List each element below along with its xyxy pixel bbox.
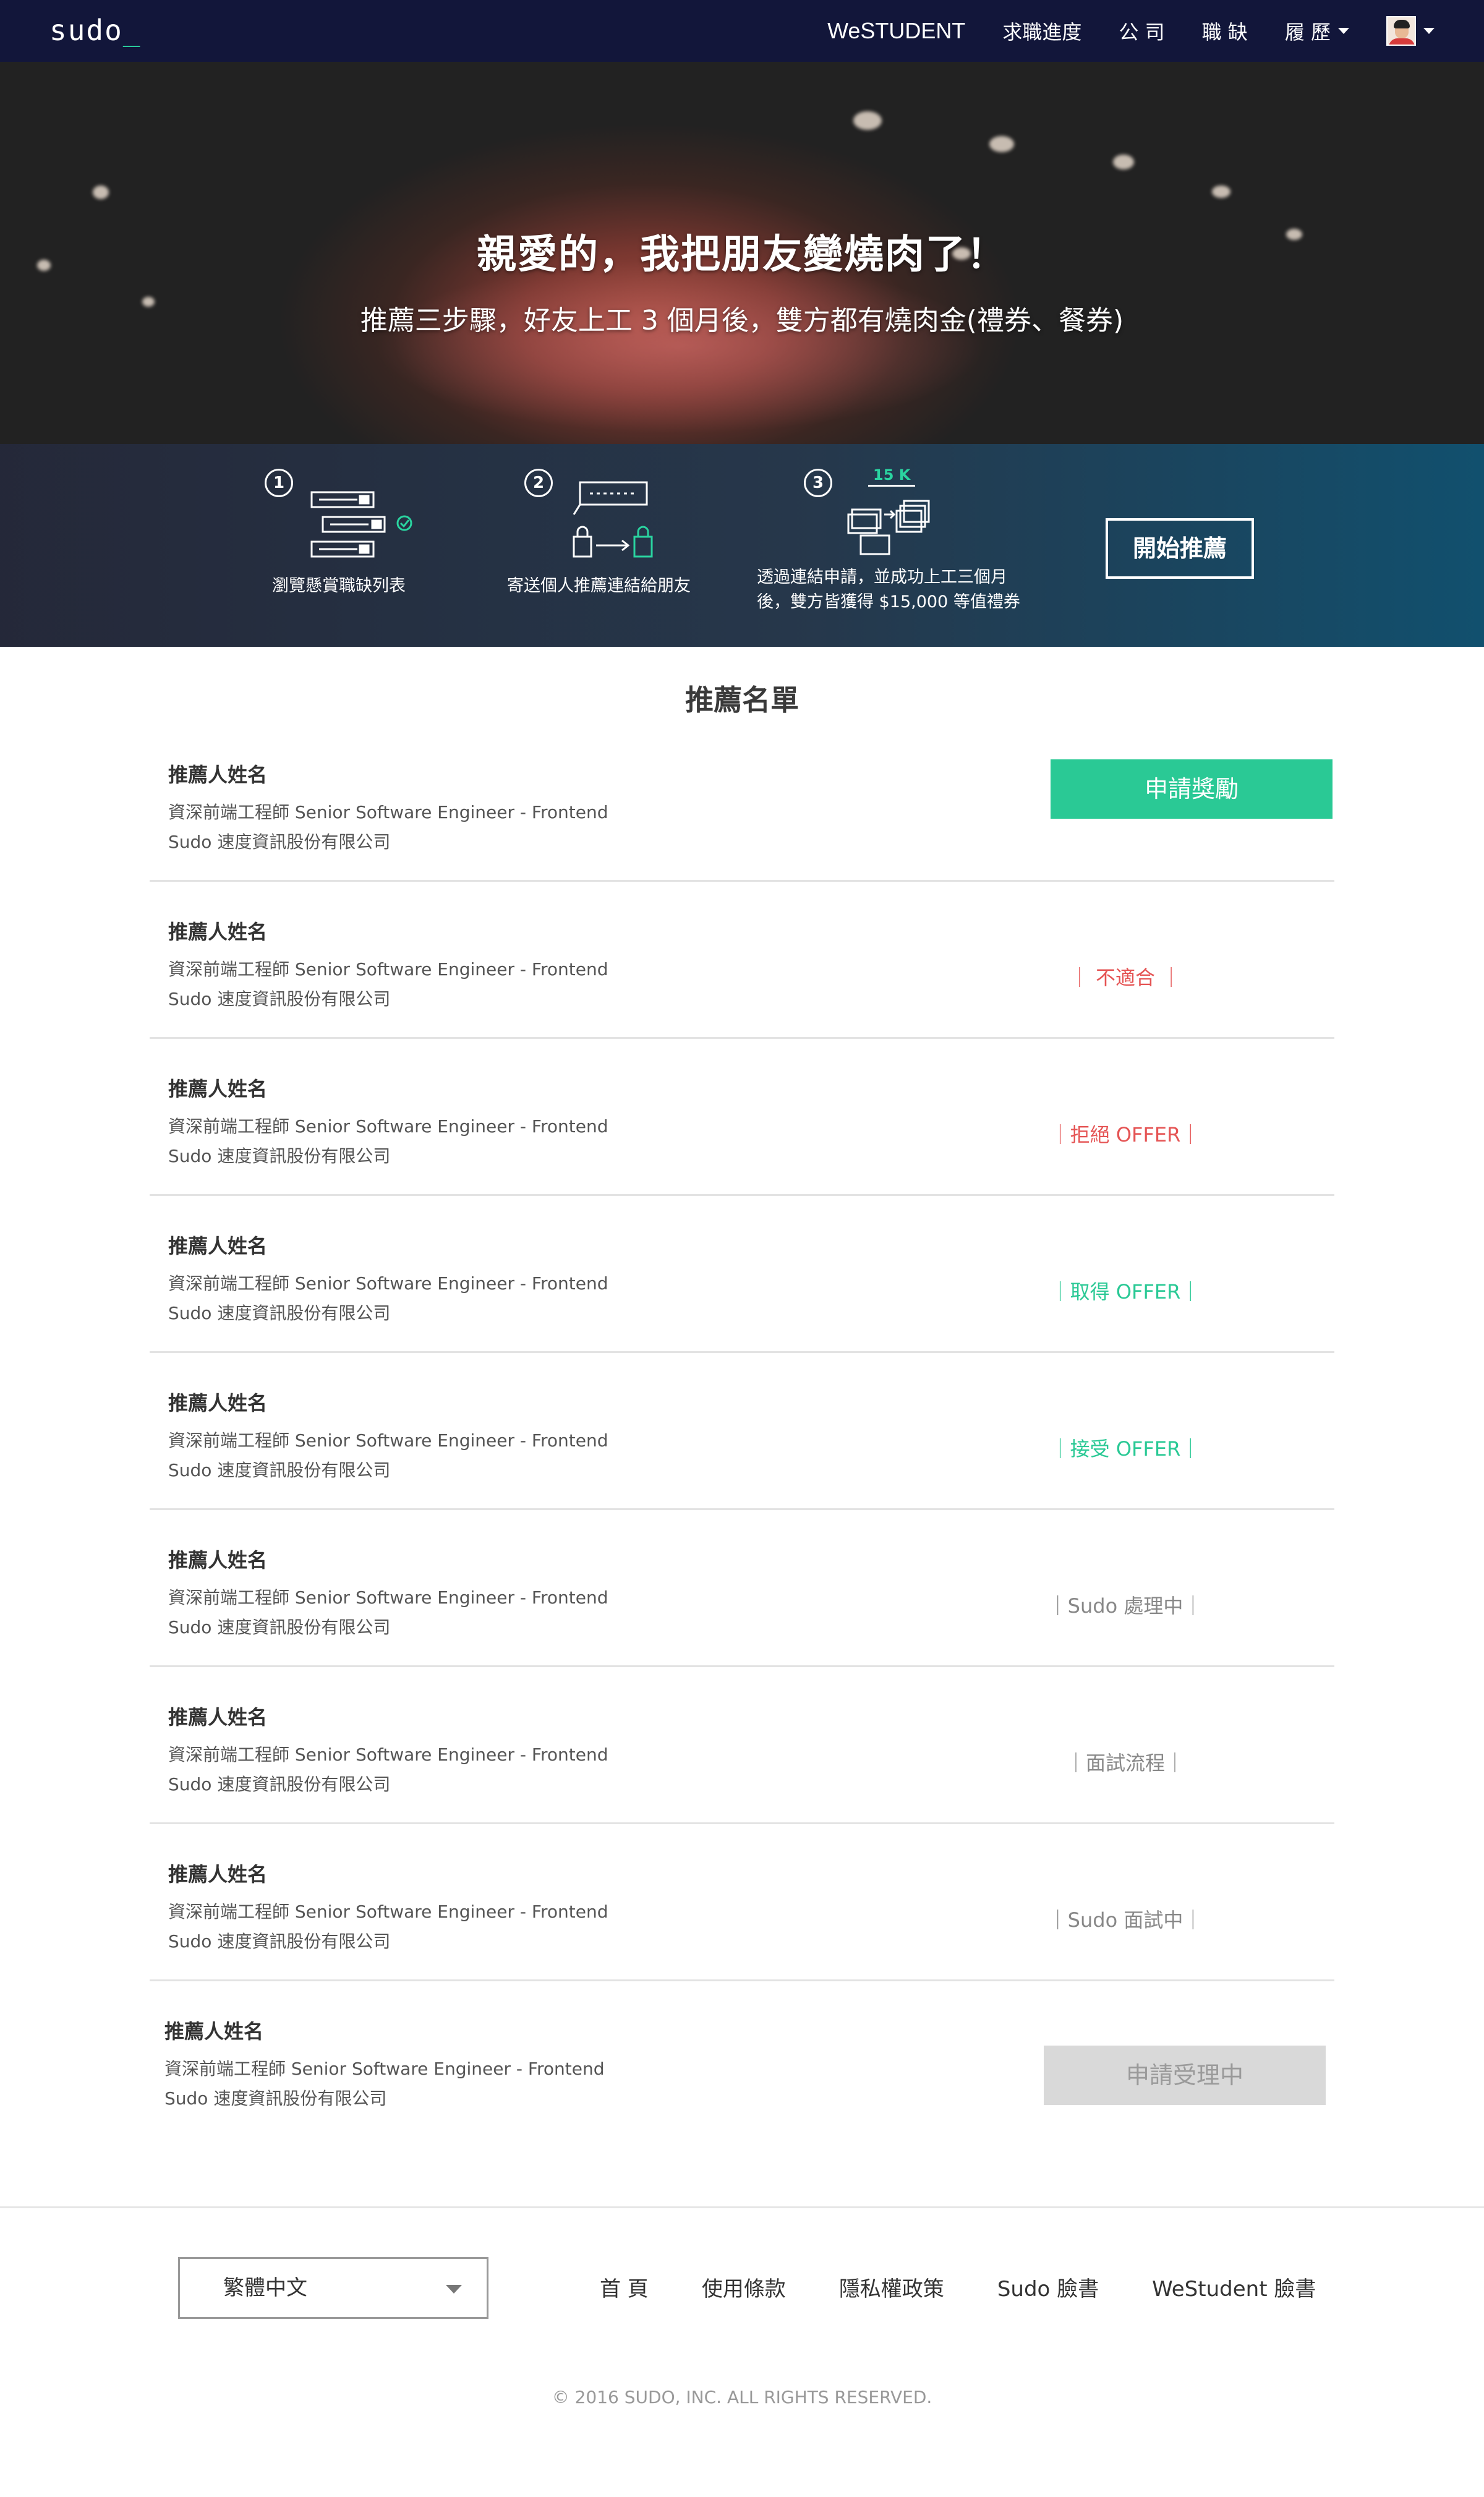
job-title: 資深前端工程師 Senior Software Engineer - Front…: [164, 2059, 605, 2079]
status-badge: ｜拒絕 OFFER｜: [1050, 1123, 1201, 1146]
footer-link-privacy[interactable]: 隱私權政策: [839, 2272, 944, 2302]
referrer-name: 推薦人姓名: [164, 2020, 264, 2043]
referrer-name: 推薦人姓名: [168, 1863, 268, 1886]
referrer-name: 推薦人姓名: [168, 763, 268, 787]
company-name: Sudo 速度資訊股份有限公司: [168, 1774, 391, 1795]
list-item: 推薦人姓名 資深前端工程師 Senior Software Engineer -…: [150, 725, 1334, 882]
referrer-name: 推薦人姓名: [168, 1705, 268, 1729]
footer-link-home[interactable]: 首 頁: [600, 2272, 649, 2302]
nav-jobs[interactable]: 職 缺: [1202, 17, 1248, 45]
steps-band: 1 瀏覽懸賞職缺列表 2 寄送個人推薦連結給朋友 3 15 K 透過連結申請，並…: [0, 444, 1484, 647]
nav-links: WeSTUDENT 求職進度 公 司 職 缺 履 歷: [790, 0, 1435, 62]
logo-cursor: _: [122, 14, 142, 47]
referral-list-title: 推薦名單: [685, 683, 799, 717]
avatar: [1386, 16, 1416, 46]
job-title: 資深前端工程師 Senior Software Engineer - Front…: [168, 1273, 608, 1294]
job-title: 資深前端工程師 Senior Software Engineer - Front…: [168, 1116, 608, 1137]
company-name: Sudo 速度資訊股份有限公司: [168, 989, 391, 1009]
reward-badge: 15 K: [868, 466, 916, 487]
company-name: Sudo 速度資訊股份有限公司: [164, 2088, 387, 2109]
referrer-name: 推薦人姓名: [168, 1234, 268, 1258]
referrer-name: 推薦人姓名: [168, 1391, 268, 1415]
footer-link-westudent-facebook[interactable]: WeStudent 臉書: [1152, 2272, 1316, 2302]
hero-subtitle: 推薦三步驟，好友上工 3 個月後，雙方都有燒肉金(禮券、餐券): [360, 305, 1124, 336]
westudent-label: WeSTUDENT: [827, 18, 966, 43]
step-3: 3 15 K 透過連結申請，並成功上工三個月 後，雙方皆獲得 $15,000 等…: [0, 444, 1484, 647]
list-item: 推薦人姓名 資深前端工程師 Senior Software Engineer -…: [150, 1353, 1334, 1510]
company-name: Sudo 速度資訊股份有限公司: [168, 1931, 391, 1952]
hero-banner: 親愛的，我把朋友變燒肉了！ 推薦三步驟，好友上工 3 個月後，雙方都有燒肉金(禮…: [0, 62, 1484, 444]
job-title: 資深前端工程師 Senior Software Engineer - Front…: [168, 802, 608, 822]
step-label-line2: 後，雙方皆獲得 $15,000 等值禮券: [757, 592, 1020, 612]
status-badge: ｜Sudo 處理中｜: [1047, 1594, 1203, 1618]
job-title: 資深前端工程師 Senior Software Engineer - Front…: [168, 959, 608, 980]
company-name: Sudo 速度資訊股份有限公司: [168, 1303, 391, 1323]
job-title: 資深前端工程師 Senior Software Engineer - Front…: [168, 1587, 608, 1608]
step-number: 3: [804, 469, 832, 497]
list-item: 推薦人姓名 資深前端工程師 Senior Software Engineer -…: [150, 882, 1334, 1039]
footer-divider: [0, 2206, 1484, 2208]
footer-links: 首 頁 使用條款 隱私權政策 Sudo 臉書 WeStudent 臉書: [600, 2272, 1369, 2302]
copyright: © 2016 SUDO, INC. ALL RIGHTS RESERVED.: [552, 2387, 932, 2407]
language-select-value: 繁體中文: [223, 2276, 307, 2300]
top-navbar: sudo_ WeSTUDENT 求職進度 公 司 職 缺 履 歷: [0, 0, 1484, 62]
chevron-down-icon: [446, 2285, 462, 2294]
language-select[interactable]: 繁體中文: [178, 2257, 488, 2319]
hero-title: 親愛的，我把朋友變燒肉了！: [477, 232, 1007, 278]
status-badge: ｜ 不適合 ｜: [1069, 966, 1182, 989]
job-title: 資深前端工程師 Senior Software Engineer - Front…: [168, 1902, 608, 1922]
job-title: 資深前端工程師 Senior Software Engineer - Front…: [168, 1744, 608, 1765]
referrer-name: 推薦人姓名: [168, 1548, 268, 1572]
nav-resume-dropdown[interactable]: 履 歷: [1285, 17, 1349, 45]
footer-link-sudo-facebook[interactable]: Sudo 臉書: [997, 2272, 1099, 2302]
list-item: 推薦人姓名 資深前端工程師 Senior Software Engineer -…: [150, 1667, 1334, 1824]
vouchers-icon: [847, 500, 930, 555]
list-item: 推薦人姓名 資深前端工程師 Senior Software Engineer -…: [150, 1510, 1334, 1667]
list-item: 推薦人姓名 資深前端工程師 Senior Software Engineer -…: [150, 1196, 1334, 1353]
chevron-down-icon: [1338, 28, 1349, 34]
chevron-down-icon: [1423, 28, 1435, 34]
status-badge: ｜接受 OFFER｜: [1050, 1437, 1201, 1461]
company-name: Sudo 速度資訊股份有限公司: [168, 832, 391, 852]
referrer-name: 推薦人姓名: [168, 920, 268, 944]
logo-text: sudo: [49, 14, 123, 47]
status-badge: ｜取得 OFFER｜: [1050, 1280, 1201, 1304]
list-item: 推薦人姓名 資深前端工程師 Senior Software Engineer -…: [146, 1981, 1331, 2138]
westudent-link[interactable]: WeSTUDENT: [827, 18, 965, 44]
list-item: 推薦人姓名 資深前端工程師 Senior Software Engineer -…: [150, 1039, 1334, 1196]
footer-link-terms[interactable]: 使用條款: [702, 2272, 786, 2302]
company-name: Sudo 速度資訊股份有限公司: [168, 1460, 391, 1480]
list-item: 推薦人姓名 資深前端工程師 Senior Software Engineer -…: [150, 1824, 1334, 1981]
job-title: 資深前端工程師 Senior Software Engineer - Front…: [168, 1430, 608, 1451]
nav-resume-label: 履 歷: [1284, 20, 1331, 44]
status-badge: ｜Sudo 面試中｜: [1047, 1908, 1203, 1932]
sudo-logo[interactable]: sudo_: [49, 14, 141, 47]
company-name: Sudo 速度資訊股份有限公司: [168, 1617, 391, 1637]
nav-job-progress[interactable]: 求職進度: [1002, 17, 1081, 45]
referrer-name: 推薦人姓名: [168, 1077, 268, 1101]
user-menu[interactable]: [1386, 16, 1435, 46]
start-referral-button[interactable]: 開始推薦: [1106, 518, 1254, 579]
company-name: Sudo 速度資訊股份有限公司: [168, 1146, 391, 1166]
step-label-line1: 透過連結申請，並成功上工三個月: [757, 568, 1007, 587]
claim-reward-button[interactable]: 申請獎勵: [1051, 759, 1333, 819]
status-badge: ｜面試流程｜: [1065, 1751, 1185, 1775]
nav-company[interactable]: 公 司: [1119, 17, 1164, 45]
claim-processing-button: 申請受理中: [1044, 2046, 1326, 2105]
